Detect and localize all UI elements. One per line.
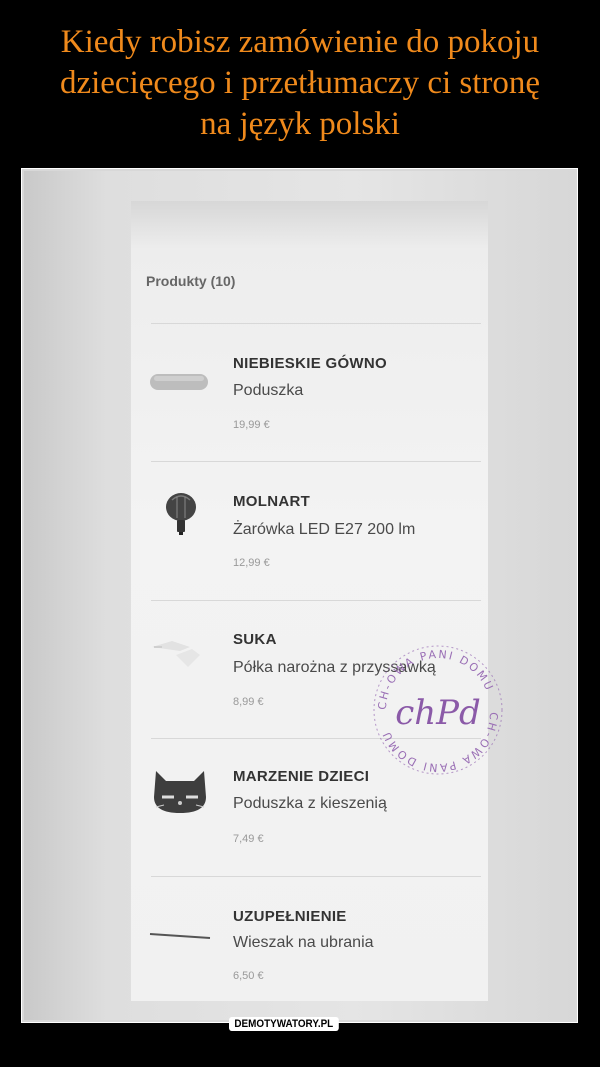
caption-line-2: dziecięcego i przetłumaczy ci stronę (59, 65, 541, 101)
product-description: Poduszka z kieszenią (233, 795, 387, 812)
product-name: NIEBIESKIE GÓWNO (233, 355, 387, 372)
product-description: Poduszka (233, 382, 304, 399)
bulb-icon (166, 493, 196, 535)
divider (151, 323, 481, 324)
product-description: Wieszak na ubrania (233, 934, 374, 951)
product-price: 7,49 € (233, 833, 264, 845)
photo (24, 171, 575, 1020)
product-name: UZUPEŁNIENIE (233, 908, 347, 925)
product-price: 19,99 € (233, 419, 270, 431)
product-price: 12,99 € (233, 557, 270, 569)
product-price: 6,50 € (233, 970, 264, 982)
cat-pillow-icon (154, 771, 206, 813)
shelf-icon (152, 641, 200, 667)
divider (151, 876, 481, 877)
divider (151, 461, 481, 462)
product-name: MARZENIE DZIECI (233, 768, 370, 785)
watermark-stamp: CH-OWA PANI DOMU CH-OWA PANI DOMU chPd (373, 645, 503, 775)
source-badge: DEMOTYWATORY.PL (229, 1017, 339, 1031)
product-name: SUKA (233, 631, 277, 648)
caption-line-3: na język polski (200, 106, 400, 142)
pillow-icon (150, 374, 208, 390)
hanger-icon (149, 933, 211, 939)
divider (151, 600, 481, 601)
caption-line-1: Kiedy robisz zamówienie do pokoju (60, 24, 540, 60)
caption: Kiedy robisz zamówienie do pokoju dzieci… (0, 22, 600, 145)
product-description: Żarówka LED E27 200 lm (233, 521, 416, 538)
photo-frame (21, 168, 578, 1023)
product-name: MOLNART (233, 493, 311, 510)
phone-screen (131, 201, 488, 1001)
products-heading: Produkty (10) (146, 273, 236, 289)
stamp-center-text: chPd (395, 693, 481, 733)
product-price: 8,99 € (233, 696, 264, 708)
